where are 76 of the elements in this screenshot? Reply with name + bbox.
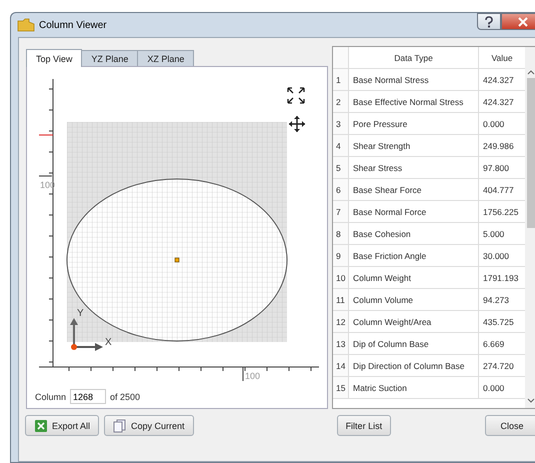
table-cell: Column Weight/Area [349,311,479,332]
tab[interactable]: XZ Plane [137,50,194,66]
table-cell-text: 424.327 [482,96,515,108]
table-cell-text: 94.273 [482,294,510,306]
axis-label: Y [77,308,84,319]
column-label: Column [35,392,66,402]
table-cell: Dip Direction of Column Base [349,355,479,376]
row-number: 5 [333,157,349,178]
copy-button[interactable]: Copy Current [104,415,194,436]
table-cell-text: 424.327 [482,74,515,86]
table-cell: Base Normal Stress [349,69,479,90]
row-number: 6 [333,179,349,200]
row-number: 13 [333,333,349,354]
close-button[interactable] [501,13,535,30]
row-number: 7 [333,201,349,222]
scroll-down-icon[interactable] [527,398,535,404]
column-header[interactable]: Data Type [349,47,479,68]
table-cell-text: 0.000 [482,382,506,394]
scrollbar[interactable] [525,47,535,408]
row-number: 14 [333,355,349,376]
copy-icon [113,418,128,432]
zoom-extents-icon[interactable] [287,87,305,104]
table-cell-text: 6.669 [482,338,506,350]
table-cell-text: 404.777 [482,184,515,196]
column-marker [174,258,180,262]
help-icon [484,16,494,28]
row-number: 15 [333,377,349,398]
table-cell-text: 97.800 [482,162,510,174]
close-icon [518,16,528,26]
table-cell: Base Normal Force [349,201,479,222]
row-number: 8 [333,223,349,244]
tab[interactable]: YZ Plane [81,50,138,66]
table-cell: Base Shear Force [349,179,479,200]
scroll-up-icon[interactable] [527,69,535,75]
table-cell: Column Weight [349,267,479,288]
table-cell: Matric Suction [349,377,479,398]
row-number: 4 [333,135,349,156]
row-number: 12 [333,311,349,332]
filter-button[interactable]: Filter List [336,415,392,436]
table-cell-text: 1756.225 [482,206,520,218]
table-cell-text: 0.000 [482,118,506,130]
row-number: 3 [333,113,349,134]
ruler-label: 100 [245,371,260,381]
table-cell: Base Effective Normal Stress [349,91,479,112]
spreadsheet-icon [34,418,48,432]
table-cell-text: 30.000 [482,250,510,262]
help-button[interactable] [477,13,501,30]
table-cell: Base Cohesion [349,223,479,244]
table-cell: Shear Strength [349,135,479,156]
close-dialog-button[interactable]: Close [485,415,535,436]
axis-label: X [105,337,112,348]
column-field[interactable]: 1268 [70,389,106,404]
folder-icon [17,18,35,32]
table-cell: Column Volume [349,289,479,310]
table-cell-text: 274.720 [482,360,515,372]
row-number: 11 [333,289,349,310]
axis-drawing [70,318,103,351]
table-cell: Shear Stress [349,157,479,178]
table-cell: Pore Pressure [349,113,479,134]
window-title: Column Viewer [39,20,107,30]
row-number: 10 [333,267,349,288]
row-number: 1 [333,69,349,90]
table-cell: Base Friction Angle [349,245,479,266]
scrollbar-thumb[interactable] [526,78,535,228]
table-cell-text: 1791.193 [482,272,520,284]
column-total: of 2500 [110,392,140,402]
row-number: 9 [333,245,349,266]
table-cell: Dip of Column Base [349,333,479,354]
table-cell-text: 249.986 [482,140,515,152]
table-cell-text: 435.725 [482,316,515,328]
table-cell-text: 5.000 [482,228,506,240]
tab[interactable]: Top View [26,49,82,67]
column-header[interactable]: Value [479,47,525,68]
export-button[interactable]: Export All [25,415,100,436]
move-icon[interactable] [288,115,306,133]
row-number: 2 [333,91,349,112]
